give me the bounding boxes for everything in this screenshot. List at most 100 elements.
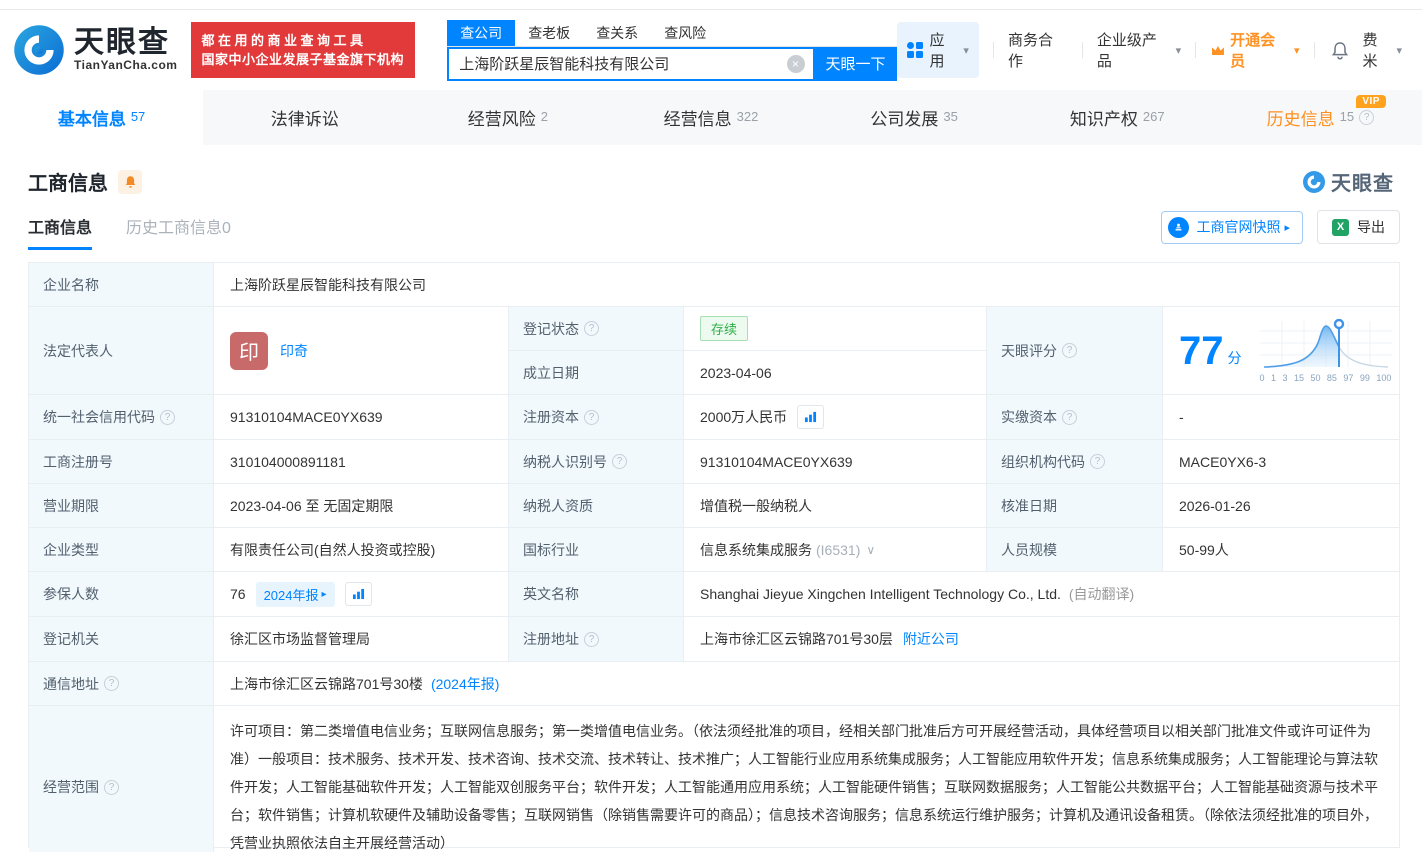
help-icon[interactable]: ? — [584, 409, 599, 425]
field-label-registration-status: 登记状态 ? — [509, 307, 684, 351]
brand-domain: TianYanCha.com — [74, 58, 178, 72]
search-tab-risk[interactable]: 查风险 — [664, 20, 706, 46]
field-label-insured-count: 参保人数 — [29, 572, 214, 617]
field-label-establish-date: 成立日期 — [509, 351, 684, 395]
field-value-registered-capital: 2000万人民币 — [684, 395, 987, 440]
field-label-taxpayer-id: 纳税人识别号 ? — [509, 440, 684, 484]
insured-chart-icon[interactable] — [344, 582, 372, 606]
field-value-industry[interactable]: 信息系统集成服务 (I6531) ∨ — [684, 528, 987, 572]
tianyancha-logo[interactable]: 天眼查 TianYanCha.com — [12, 23, 177, 77]
apps-menu[interactable]: 应用 ▾ — [896, 22, 979, 78]
help-icon[interactable]: ? — [160, 409, 175, 425]
field-value-registration-authority: 徐汇区市场监督管理局 — [214, 617, 509, 662]
user-menu[interactable]: 费米 ▾ — [1363, 29, 1402, 71]
annual-report-link[interactable]: (2024年报) — [431, 674, 499, 694]
field-value-taxpayer-id: 91310104MACE0YX639 — [684, 440, 987, 484]
score-chart-tick: 3 — [1282, 372, 1288, 383]
caret-down-icon: ▾ — [1396, 44, 1403, 57]
field-value-taxpayer-quality: 增值税一般纳税人 — [684, 484, 987, 528]
help-icon[interactable]: ? — [1359, 110, 1375, 125]
score-chart-tick: 15 — [1293, 372, 1304, 383]
subtab-business-registration[interactable]: 工商信息 — [28, 214, 93, 250]
menu-business-cooperation[interactable]: 商务合作 — [1008, 29, 1068, 71]
menu-divider — [1313, 42, 1315, 58]
tab-company-development[interactable]: 公司发展 35 — [813, 90, 1016, 145]
score-chart-tick: 1 — [1270, 372, 1276, 383]
score-chart-tick: 50 — [1310, 372, 1321, 383]
site-header: 天眼查 TianYanCha.com 都在用的商业查询工具 国家中小企业发展子基… — [0, 10, 1422, 90]
field-label-credit-code: 统一社会信用代码 ? — [29, 395, 214, 440]
field-label-english-name: 英文名称 — [509, 572, 684, 617]
field-label-staff-size: 人员规模 — [987, 528, 1163, 572]
tab-basic-info[interactable]: 基本信息 57 — [0, 90, 204, 145]
help-icon[interactable]: ? — [104, 676, 119, 691]
clear-search-icon[interactable]: × — [786, 54, 805, 73]
capital-chart-icon[interactable] — [797, 405, 825, 429]
field-label-registration-authority: 登记机关 — [29, 617, 214, 662]
annual-report-badge[interactable]: 2024年报 ▸ — [255, 581, 335, 607]
arrow-right-icon: ▸ — [321, 588, 327, 600]
help-icon[interactable]: ? — [104, 779, 119, 795]
crown-icon — [1212, 46, 1225, 55]
search-input[interactable] — [449, 55, 787, 72]
score-chart-tick: 100 — [1376, 372, 1392, 383]
search-button[interactable]: 天眼一下 — [814, 46, 897, 81]
field-label-registered-address: 注册地址 ? — [509, 617, 684, 662]
legal-rep-avatar[interactable]: 印 — [230, 331, 268, 370]
field-label-org-code: 组织机构代码 ? — [987, 440, 1163, 484]
tab-operational-risk[interactable]: 经营风险 2 — [406, 90, 609, 145]
field-value-mailing-address: 上海市徐汇区云锦路701号30楼 (2024年报) — [214, 662, 1400, 706]
score-chart-tick: 99 — [1359, 372, 1370, 383]
help-icon[interactable]: ? — [1062, 409, 1077, 425]
monitor-bell-icon[interactable] — [118, 169, 142, 194]
caret-down-icon: ▾ — [963, 44, 969, 57]
section-title: 工商信息 — [28, 173, 108, 195]
notification-bell-icon[interactable] — [1331, 41, 1349, 60]
field-label-company-type: 企业类型 — [29, 528, 214, 572]
business-registration-table: 企业名称 上海阶跃星辰智能科技有限公司 法定代表人 印 印奇 登记状态 ? 存续… — [28, 262, 1400, 852]
chevron-down-icon[interactable]: ∨ — [866, 543, 875, 557]
open-vip-button[interactable]: 开通会员 ▾ — [1210, 29, 1300, 71]
official-snapshot-button[interactable]: 工商官网快照 ▸ — [1161, 210, 1303, 244]
search-block: 查公司 查老板 查关系 查风险 × 天眼一下 — [447, 19, 897, 81]
field-label-company-name: 企业名称 — [29, 263, 214, 307]
field-label-taxpayer-quality: 纳税人资质 — [509, 484, 684, 528]
score-chart-ticks: 0 1 3 15 50 85 97 99 100 — [1260, 373, 1392, 383]
tab-legal-proceedings[interactable]: 法律诉讼 — [203, 90, 406, 145]
menu-divider — [1081, 42, 1083, 58]
help-icon[interactable]: ? — [584, 631, 599, 647]
field-label-approval-date: 核准日期 — [987, 484, 1163, 528]
search-tab-relation[interactable]: 查关系 — [596, 20, 638, 46]
score-distribution-chart: 0 1 3 15 50 85 97 99 100 — [1259, 318, 1392, 383]
username: 费米 — [1362, 32, 1378, 70]
field-value-registration-number: 310104000891181 — [214, 440, 509, 484]
field-value-company-type: 有限责任公司(自然人投资或控股) — [214, 528, 509, 572]
help-icon[interactable]: ? — [584, 321, 599, 336]
help-icon[interactable]: ? — [1090, 454, 1105, 469]
subtab-history-registration[interactable]: 历史工商信息0 — [126, 214, 231, 250]
search-tab-boss[interactable]: 查老板 — [528, 20, 570, 46]
field-value-org-code: MACE0YX6-3 — [1163, 440, 1400, 484]
field-label-registration-number: 工商注册号 — [29, 440, 214, 484]
menu-enterprise-product[interactable]: 企业级产品 ▾ — [1097, 29, 1181, 71]
apps-grid-icon — [906, 42, 923, 58]
field-value-staff-size: 50-99人 — [1163, 528, 1400, 572]
search-tab-company[interactable]: 查公司 — [447, 19, 516, 46]
export-button[interactable]: X 导出 — [1317, 210, 1400, 244]
nearby-companies-link[interactable]: 附近公司 — [903, 629, 959, 649]
tianyancha-watermark: 天眼查 — [1302, 167, 1394, 196]
legal-rep-link[interactable]: 印奇 — [280, 341, 308, 361]
tab-history-info[interactable]: VIP 历史信息 15 ? — [1219, 90, 1422, 145]
score-chart-tick: 97 — [1343, 372, 1354, 383]
help-icon[interactable]: ? — [1062, 343, 1077, 358]
caret-down-icon: ▾ — [1294, 44, 1300, 57]
field-value-registered-address: 上海市徐汇区云锦路701号30层 附近公司 — [684, 617, 1400, 662]
tab-intellectual-property[interactable]: 知识产权 267 — [1016, 90, 1219, 145]
tab-business-info[interactable]: 经营信息 322 — [609, 90, 812, 145]
field-value-company-name: 上海阶跃星辰智能科技有限公司 — [214, 263, 1400, 307]
score-chart-tick: 0 — [1259, 372, 1265, 383]
field-label-paid-capital: 实缴资本 ? — [987, 395, 1163, 440]
caret-down-icon: ▾ — [1175, 44, 1182, 57]
help-icon[interactable]: ? — [612, 454, 627, 469]
score-marker-pin — [1333, 318, 1344, 329]
